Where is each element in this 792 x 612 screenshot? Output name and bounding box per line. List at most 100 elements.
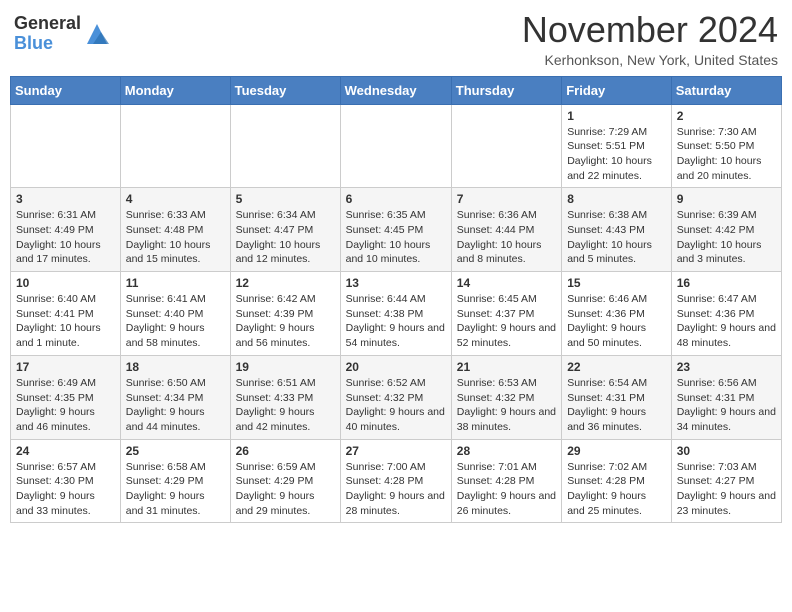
calendar-header-row: SundayMondayTuesdayWednesdayThursdayFrid…	[11, 76, 782, 104]
day-number: 29	[567, 444, 666, 458]
day-number: 24	[16, 444, 115, 458]
calendar-cell: 19Sunrise: 6:51 AMSunset: 4:33 PMDayligh…	[230, 355, 340, 439]
column-header-sunday: Sunday	[11, 76, 121, 104]
title-section: November 2024 Kerhonkson, New York, Unit…	[522, 10, 778, 68]
calendar-table: SundayMondayTuesdayWednesdayThursdayFrid…	[10, 76, 782, 524]
calendar-cell: 7 Sunrise: 6:36 AMSunset: 4:44 PMDaylight…	[451, 188, 561, 272]
day-number: 30	[677, 444, 776, 458]
logo-icon	[83, 20, 111, 48]
day-number: 1	[567, 109, 666, 123]
day-info: Sunrise: 6:38 AMSunset: 4:43 PMDaylight:…	[567, 208, 666, 267]
day-number: 2	[677, 109, 776, 123]
calendar-cell: 14 Sunrise: 6:45 AMSunset: 4:37 PMDayligh…	[451, 272, 561, 356]
calendar-cell: 15 Sunrise: 6:46 AMSunset: 4:36 PMDayligh…	[562, 272, 672, 356]
day-info: Sunrise: 6:42 AMSunset: 4:39 PMDaylight:…	[236, 292, 335, 351]
day-info: Sunrise: 6:41 AMSunset: 4:40 PMDaylight:…	[126, 292, 225, 351]
calendar-cell: 24 Sunrise: 6:57 AMSunset: 4:30 PMDayligh…	[11, 439, 121, 523]
page-header: General Blue November 2024 Kerhonkson, N…	[10, 10, 782, 68]
calendar-cell: 27 Sunrise: 7:00 AMSunset: 4:28 PMDayligh…	[340, 439, 451, 523]
calendar-cell: 26Sunrise: 6:59 AMSunset: 4:29 PMDayligh…	[230, 439, 340, 523]
calendar-cell	[230, 104, 340, 188]
calendar-cell: 25 Sunrise: 6:58 AMSunset: 4:29 PMDayligh…	[120, 439, 230, 523]
logo: General Blue	[14, 14, 111, 54]
location: Kerhonkson, New York, United States	[522, 52, 778, 68]
calendar-week-5: 24 Sunrise: 6:57 AMSunset: 4:30 PMDayligh…	[11, 439, 782, 523]
day-info: Sunrise: 6:56 AMSunset: 4:31 PMDaylight:…	[677, 376, 776, 435]
day-number: 8	[567, 192, 666, 206]
day-info: Sunrise: 6:45 AMSunset: 4:37 PMDaylight:…	[457, 292, 556, 351]
day-info: Sunrise: 6:50 AMSunset: 4:34 PMDaylight:…	[126, 376, 225, 435]
day-number: 18	[126, 360, 225, 374]
day-info: Sunrise: 6:51 AMSunset: 4:33 PMDaylight:…	[236, 376, 335, 435]
calendar-cell: 1 Sunrise: 7:29 AMSunset: 5:51 PMDaylight…	[562, 104, 672, 188]
calendar-cell: 22 Sunrise: 6:54 AMSunset: 4:31 PMDayligh…	[562, 355, 672, 439]
day-number: 22	[567, 360, 666, 374]
calendar-cell	[451, 104, 561, 188]
calendar-cell: 6Sunrise: 6:35 AMSunset: 4:45 PMDaylight…	[340, 188, 451, 272]
day-info: Sunrise: 7:29 AMSunset: 5:51 PMDaylight:…	[567, 125, 666, 184]
day-number: 4	[126, 192, 225, 206]
calendar-week-1: 1 Sunrise: 7:29 AMSunset: 5:51 PMDaylight…	[11, 104, 782, 188]
day-number: 17	[16, 360, 115, 374]
day-number: 15	[567, 276, 666, 290]
day-info: Sunrise: 6:52 AMSunset: 4:32 PMDaylight:…	[346, 376, 446, 435]
day-number: 14	[457, 276, 556, 290]
calendar-cell: 8 Sunrise: 6:38 AMSunset: 4:43 PMDaylight…	[562, 188, 672, 272]
logo-general: General	[14, 13, 81, 33]
column-header-tuesday: Tuesday	[230, 76, 340, 104]
day-info: Sunrise: 6:57 AMSunset: 4:30 PMDaylight:…	[16, 460, 115, 519]
day-info: Sunrise: 6:53 AMSunset: 4:32 PMDaylight:…	[457, 376, 556, 435]
day-number: 10	[16, 276, 115, 290]
calendar-cell: 4Sunrise: 6:33 AMSunset: 4:48 PMDaylight…	[120, 188, 230, 272]
calendar-cell: 9Sunrise: 6:39 AMSunset: 4:42 PMDaylight…	[671, 188, 781, 272]
day-number: 7	[457, 192, 556, 206]
day-number: 21	[457, 360, 556, 374]
calendar-cell: 18 Sunrise: 6:50 AMSunset: 4:34 PMDayligh…	[120, 355, 230, 439]
calendar-cell	[120, 104, 230, 188]
day-info: Sunrise: 6:46 AMSunset: 4:36 PMDaylight:…	[567, 292, 666, 351]
day-info: Sunrise: 6:54 AMSunset: 4:31 PMDaylight:…	[567, 376, 666, 435]
day-number: 27	[346, 444, 446, 458]
calendar-cell: 11 Sunrise: 6:41 AMSunset: 4:40 PMDayligh…	[120, 272, 230, 356]
day-number: 3	[16, 192, 115, 206]
day-info: Sunrise: 6:58 AMSunset: 4:29 PMDaylight:…	[126, 460, 225, 519]
month-title: November 2024	[522, 10, 778, 50]
day-info: Sunrise: 7:01 AMSunset: 4:28 PMDaylight:…	[457, 460, 556, 519]
calendar-cell: 16Sunrise: 6:47 AMSunset: 4:36 PMDayligh…	[671, 272, 781, 356]
day-info: Sunrise: 6:36 AMSunset: 4:44 PMDaylight:…	[457, 208, 556, 267]
calendar-cell: 5 Sunrise: 6:34 AMSunset: 4:47 PMDaylight…	[230, 188, 340, 272]
day-number: 26	[236, 444, 335, 458]
calendar-week-3: 10 Sunrise: 6:40 AMSunset: 4:41 PMDayligh…	[11, 272, 782, 356]
day-info: Sunrise: 6:39 AMSunset: 4:42 PMDaylight:…	[677, 208, 776, 267]
calendar-cell: 30 Sunrise: 7:03 AMSunset: 4:27 PMDayligh…	[671, 439, 781, 523]
day-info: Sunrise: 6:44 AMSunset: 4:38 PMDaylight:…	[346, 292, 446, 351]
column-header-saturday: Saturday	[671, 76, 781, 104]
calendar-cell	[11, 104, 121, 188]
day-info: Sunrise: 7:30 AMSunset: 5:50 PMDaylight:…	[677, 125, 776, 184]
column-header-monday: Monday	[120, 76, 230, 104]
calendar-cell: 20 Sunrise: 6:52 AMSunset: 4:32 PMDayligh…	[340, 355, 451, 439]
day-info: Sunrise: 7:00 AMSunset: 4:28 PMDaylight:…	[346, 460, 446, 519]
calendar-cell: 21 Sunrise: 6:53 AMSunset: 4:32 PMDayligh…	[451, 355, 561, 439]
day-info: Sunrise: 7:02 AMSunset: 4:28 PMDaylight:…	[567, 460, 666, 519]
day-info: Sunrise: 6:49 AMSunset: 4:35 PMDaylight:…	[16, 376, 115, 435]
day-number: 16	[677, 276, 776, 290]
day-number: 25	[126, 444, 225, 458]
day-number: 28	[457, 444, 556, 458]
day-number: 20	[346, 360, 446, 374]
day-number: 6	[346, 192, 446, 206]
column-header-thursday: Thursday	[451, 76, 561, 104]
day-info: Sunrise: 6:40 AMSunset: 4:41 PMDaylight:…	[16, 292, 115, 351]
calendar-cell: 2 Sunrise: 7:30 AMSunset: 5:50 PMDaylight…	[671, 104, 781, 188]
day-number: 11	[126, 276, 225, 290]
day-number: 5	[236, 192, 335, 206]
day-info: Sunrise: 7:03 AMSunset: 4:27 PMDaylight:…	[677, 460, 776, 519]
day-number: 13	[346, 276, 446, 290]
day-info: Sunrise: 6:31 AMSunset: 4:49 PMDaylight:…	[16, 208, 115, 267]
calendar-cell: 29 Sunrise: 7:02 AMSunset: 4:28 PMDayligh…	[562, 439, 672, 523]
day-info: Sunrise: 6:34 AMSunset: 4:47 PMDaylight:…	[236, 208, 335, 267]
calendar-week-2: 3 Sunrise: 6:31 AMSunset: 4:49 PMDaylight…	[11, 188, 782, 272]
day-number: 23	[677, 360, 776, 374]
calendar-cell	[340, 104, 451, 188]
calendar-cell: 17 Sunrise: 6:49 AMSunset: 4:35 PMDayligh…	[11, 355, 121, 439]
